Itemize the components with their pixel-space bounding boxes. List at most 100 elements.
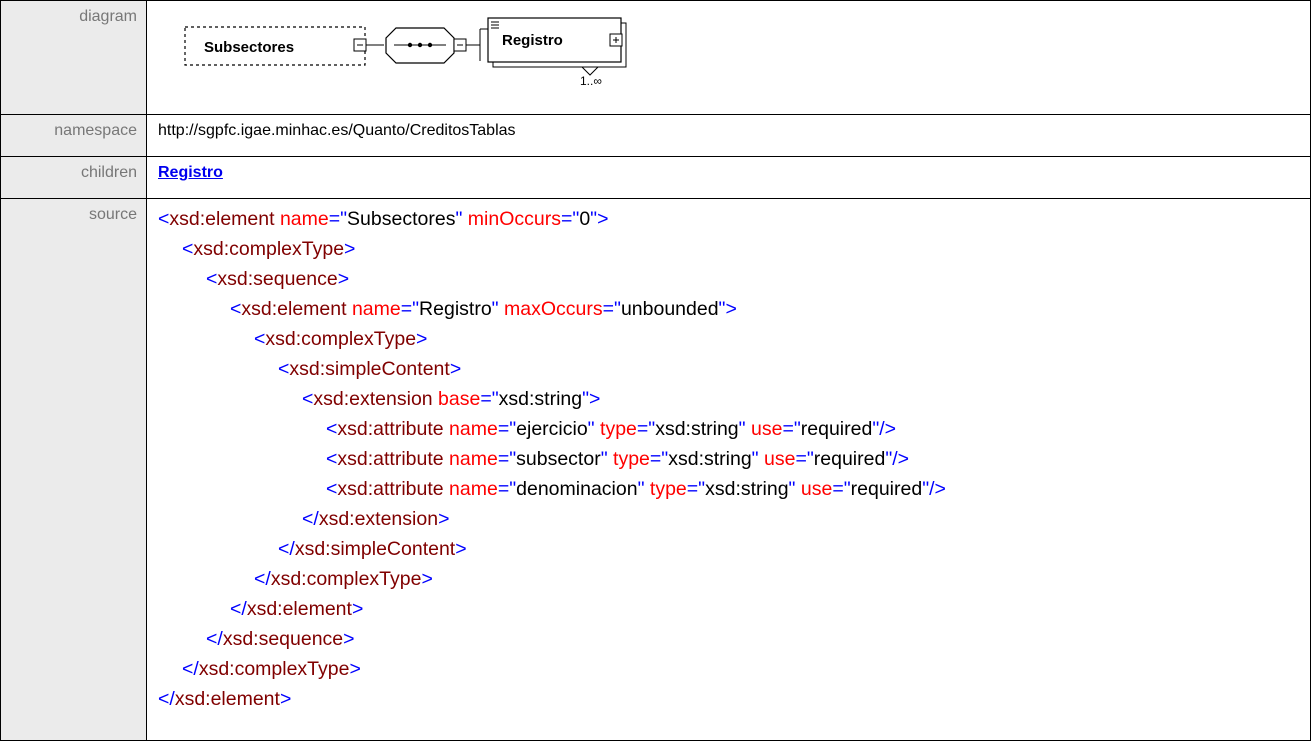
- source-cell: <xsd:element name="Subsectores" minOccur…: [146, 198, 1311, 741]
- source-token: </: [302, 508, 319, 530]
- source-token: >: [343, 628, 355, 650]
- source-token: <: [206, 268, 218, 290]
- cardinality-label: 1..∞: [580, 74, 602, 88]
- source-token: xsd:element: [169, 208, 275, 230]
- source-token: xsd:attribute: [337, 418, 444, 440]
- source-token: base: [432, 388, 481, 410]
- source-token: =": [602, 298, 621, 320]
- source-line: <xsd:attribute name="ejercicio" type="xs…: [158, 414, 1310, 444]
- source-token: ": [600, 448, 608, 470]
- source-line: </xsd:complexType>: [158, 654, 1310, 684]
- source-line: <xsd:extension base="xsd:string">: [158, 384, 1310, 414]
- source-token: >: [421, 568, 433, 590]
- source-token: xsd:complexType: [193, 238, 345, 260]
- source-token: =": [497, 418, 517, 440]
- source-token: =": [832, 478, 851, 500]
- source-token: =": [497, 448, 517, 470]
- source-token: use: [758, 448, 796, 470]
- children-row: children Registro: [0, 156, 1311, 199]
- source-token: name: [443, 478, 498, 500]
- source-token: =": [480, 388, 499, 410]
- source-token: "/>: [872, 418, 897, 440]
- source-token: type: [607, 448, 650, 470]
- source-label: source: [0, 198, 147, 741]
- source-line: </xsd:extension>: [158, 504, 1310, 534]
- source-token: xsd:attribute: [337, 478, 444, 500]
- source-line: <xsd:element name="Subsectores" minOccur…: [158, 204, 1310, 234]
- source-token: unbounded: [620, 298, 719, 320]
- source-token: "/>: [922, 478, 946, 500]
- children-label: children: [0, 156, 147, 199]
- source-token: >: [279, 688, 292, 710]
- source-token: <: [182, 238, 194, 260]
- source-token: <: [230, 298, 242, 320]
- source-line: </xsd:sequence>: [158, 624, 1310, 654]
- source-token: xsd:element: [174, 688, 280, 710]
- source-token: ">: [590, 208, 609, 230]
- source-line: </xsd:element>: [158, 594, 1310, 624]
- source-token: xsd:sequence: [222, 628, 344, 650]
- source-token: ejercicio: [516, 418, 588, 440]
- source-token: =": [686, 478, 706, 500]
- source-token: =": [561, 208, 580, 230]
- diagram-row: diagram Subsectores Registro 1..∞: [0, 0, 1311, 115]
- source-token: >: [416, 328, 428, 350]
- sequence-dot-1: [407, 42, 413, 48]
- source-token: minOccurs: [462, 208, 561, 230]
- registro-element-name: Registro: [502, 32, 563, 49]
- source-token: Registro: [419, 298, 492, 320]
- source-row: source <xsd:element name="Subsectores" m…: [0, 198, 1311, 741]
- source-token: name: [274, 208, 329, 230]
- source-token: name: [443, 418, 498, 440]
- source-token: maxOccurs: [498, 298, 603, 320]
- source-token: >: [438, 508, 450, 530]
- source-token: xsd:string: [668, 448, 752, 470]
- sequence-dot-2: [417, 42, 423, 48]
- children-cell: Registro: [146, 156, 1311, 199]
- source-token: "/>: [885, 448, 910, 470]
- source-token: <: [278, 358, 290, 380]
- source-token: <: [158, 208, 170, 230]
- source-line: </xsd:element>: [158, 684, 1310, 714]
- source-line: </xsd:simpleContent>: [158, 534, 1310, 564]
- diagram-label: diagram: [0, 0, 147, 115]
- source-token: ">: [582, 388, 601, 410]
- source-token: xsd:string: [498, 388, 583, 410]
- source-token: subsector: [516, 448, 601, 470]
- source-token: >: [349, 658, 361, 680]
- source-token: =": [649, 448, 669, 470]
- source-token: <: [326, 418, 338, 440]
- source-token: <: [326, 478, 338, 500]
- source-line: <xsd:complexType>: [158, 234, 1310, 264]
- source-token: xsd:string: [705, 478, 789, 500]
- source-code: <xsd:element name="Subsectores" minOccur…: [158, 199, 1310, 714]
- schema-diagram: Subsectores Registro 1..∞: [184, 17, 627, 88]
- source-token: =": [795, 448, 814, 470]
- source-token: xsd:simpleContent: [294, 538, 456, 560]
- source-token: </: [206, 628, 223, 650]
- source-token: denominacion: [516, 478, 638, 500]
- child-link-registro[interactable]: Registro: [158, 164, 223, 181]
- source-token: </: [254, 568, 271, 590]
- source-line: <xsd:element name="Registro" maxOccurs="…: [158, 294, 1310, 324]
- source-token: type: [644, 478, 687, 500]
- namespace-label: namespace: [0, 114, 147, 157]
- source-token: name: [346, 298, 401, 320]
- source-token: use: [745, 418, 783, 440]
- source-token: type: [594, 418, 637, 440]
- documentation-table: diagram Subsectores Registro 1..∞ namesp…: [0, 0, 1311, 741]
- source-token: <: [302, 388, 314, 410]
- source-token: 0: [579, 208, 591, 230]
- namespace-value: http://sgpfc.igae.minhac.es/Quanto/Credi…: [146, 114, 1311, 157]
- source-token: xsd:element: [241, 298, 347, 320]
- source-line: <xsd:sequence>: [158, 264, 1310, 294]
- source-token: ": [491, 298, 499, 320]
- source-token: >: [344, 238, 356, 260]
- source-token: ": [587, 418, 595, 440]
- source-token: >: [351, 598, 364, 620]
- source-token: </: [278, 538, 295, 560]
- source-token: required: [813, 448, 886, 470]
- sequence-dot-3: [427, 42, 433, 48]
- source-token: ": [751, 448, 759, 470]
- source-token: required: [850, 478, 923, 500]
